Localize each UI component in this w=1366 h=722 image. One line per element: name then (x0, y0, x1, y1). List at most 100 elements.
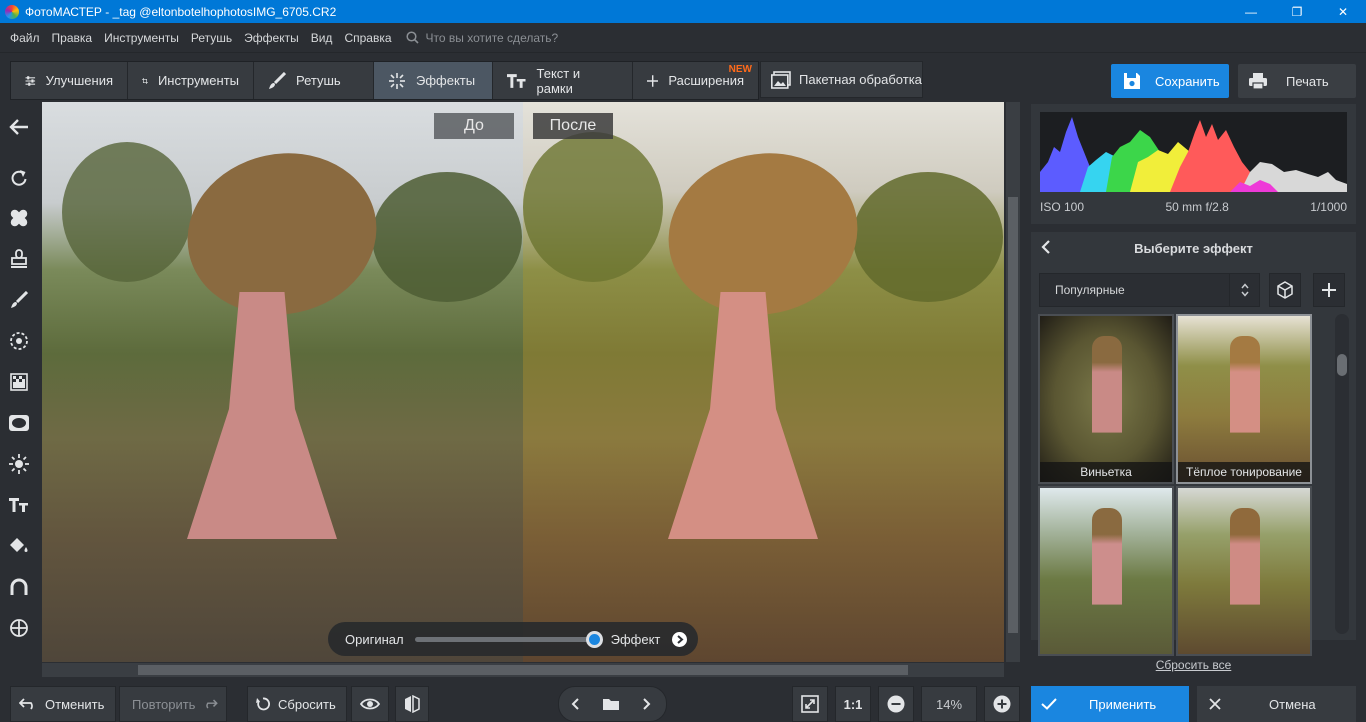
light-tool[interactable] (6, 451, 32, 477)
rotate-icon (11, 170, 27, 186)
slider-track[interactable] (414, 630, 603, 648)
menu-edit[interactable]: Правка (46, 31, 99, 45)
effects-title: Выберите эффект (1134, 240, 1253, 256)
vertical-scrollbar[interactable] (1006, 102, 1020, 662)
cancel-button[interactable]: Отмена (1197, 686, 1356, 722)
menu-retouch[interactable]: Ретушь (185, 31, 238, 45)
menu-view[interactable]: Вид (305, 31, 339, 45)
tab-retouch[interactable]: Ретушь (254, 62, 374, 99)
slider-knob[interactable] (585, 630, 603, 648)
effects-header: Выберите эффект (1031, 232, 1356, 264)
effect-thumb-warm-toning[interactable]: Тёплое тонирование (1176, 314, 1312, 484)
category-select[interactable]: Популярные (1039, 273, 1260, 307)
bandage-icon (10, 209, 28, 227)
open-folder-button[interactable] (591, 697, 631, 711)
maximize-button[interactable]: ❐ (1274, 0, 1320, 23)
apply-button[interactable]: Применить (1031, 686, 1189, 722)
compare-button[interactable] (395, 686, 429, 722)
search-box[interactable]: Что вы хотите сделать? (405, 30, 559, 45)
tab-extensions[interactable]: Расширения NEW (633, 62, 758, 99)
zoom-out-button[interactable] (878, 686, 914, 722)
minus-circle-icon (887, 695, 905, 713)
zoom-in-button[interactable] (984, 686, 1020, 722)
minimize-button[interactable]: — (1228, 0, 1274, 23)
photo-canvas[interactable]: До После Оригинал Эффект (42, 102, 1004, 662)
dress-shape (668, 292, 818, 539)
scrollbar-thumb[interactable] (1337, 354, 1347, 376)
histogram-panel: ISO 100 50 mm f/2.8 1/1000 (1031, 104, 1356, 224)
cancel-label: Отмена (1269, 696, 1316, 712)
paint-bucket-icon (10, 538, 28, 552)
split-view-icon (405, 695, 420, 713)
radial-filter-tool[interactable] (6, 328, 32, 354)
chevron-left-icon[interactable] (1041, 240, 1051, 257)
brush-tool[interactable] (6, 287, 32, 313)
scrollbar-thumb[interactable] (138, 665, 908, 675)
fit-screen-icon (801, 695, 819, 713)
tab-enhancements[interactable]: Улучшения (11, 62, 128, 99)
zoom-1to1-button[interactable]: 1:1 (835, 686, 871, 722)
menu-effects[interactable]: Эффекты (238, 31, 305, 45)
3d-lut-button[interactable] (1269, 273, 1301, 307)
preview-toggle-button[interactable] (351, 686, 389, 722)
cube-icon (1277, 281, 1293, 299)
print-button[interactable]: Печать (1238, 64, 1356, 98)
sun-icon (9, 454, 29, 474)
tab-text-frames[interactable]: Текст и рамки (493, 62, 633, 99)
effect-thumb-4[interactable] (1176, 486, 1312, 656)
menu-help[interactable]: Справка (338, 31, 397, 45)
next-file-button[interactable] (631, 698, 663, 710)
close-button[interactable]: ✕ (1320, 0, 1366, 23)
right-panel: ISO 100 50 mm f/2.8 1/1000 Выберите эффе… (1031, 104, 1356, 677)
text-tool[interactable] (6, 492, 32, 518)
tab-tools[interactable]: Инструменты (128, 62, 254, 99)
effect-thumb-3[interactable] (1038, 486, 1174, 656)
batch-label: Пакетная обработка (799, 72, 922, 87)
gradient-filter-tool[interactable] (6, 369, 32, 395)
tab-label: Ретушь (296, 73, 341, 88)
plus-circle-icon (993, 695, 1011, 713)
fit-screen-button[interactable] (792, 686, 828, 722)
lens-value: 50 mm f/2.8 (1165, 200, 1229, 214)
stamp-tool[interactable] (6, 246, 32, 272)
thumb-caption: Тёплое тонирование (1178, 462, 1310, 482)
iso-value: ISO 100 (1040, 200, 1085, 214)
brush-icon (11, 291, 28, 308)
title-bar: ФотоМАСТЕР - _tag @eltonbotelhophotosIMG… (0, 0, 1366, 23)
thumb-caption: Виньетка (1040, 462, 1172, 482)
vignette-tool[interactable] (6, 410, 32, 436)
figure-shape (1230, 508, 1260, 628)
save-button[interactable]: Сохранить (1111, 64, 1229, 98)
reset-button[interactable]: Сбросить (247, 686, 347, 722)
before-label: До (434, 113, 514, 139)
horizontal-scrollbar[interactable] (42, 663, 1004, 677)
effect-thumb-vignette[interactable]: Виньетка (1038, 314, 1174, 484)
reset-all-link[interactable]: Сбросить все (1031, 658, 1356, 672)
healing-tool[interactable] (6, 205, 32, 231)
menu-tools[interactable]: Инструменты (98, 31, 185, 45)
menu-file[interactable]: Файл (0, 31, 46, 45)
effect-strength-slider[interactable]: Оригинал Эффект (328, 622, 698, 656)
undo-button[interactable]: Отменить (10, 686, 116, 722)
zoom-level[interactable]: 14% (921, 686, 977, 722)
next-arrow-icon[interactable] (672, 631, 688, 647)
search-icon (405, 31, 419, 44)
scrollbar-thumb[interactable] (1008, 197, 1018, 633)
close-icon (1209, 698, 1221, 710)
undo-icon (19, 698, 33, 710)
save-icon (1124, 73, 1140, 89)
batch-processing-button[interactable]: Пакетная обработка (760, 61, 923, 98)
back-button[interactable] (6, 114, 32, 140)
reset-icon (256, 697, 270, 711)
search-placeholder: Что вы хотите сделать? (425, 30, 559, 45)
target-tool[interactable] (6, 615, 32, 641)
add-effect-button[interactable] (1313, 273, 1345, 307)
thumbnails-scrollbar[interactable] (1335, 314, 1349, 634)
figure-shape (1092, 508, 1122, 628)
curves-tool[interactable] (6, 574, 32, 600)
redo-button[interactable]: Повторить (119, 686, 227, 722)
rotate-tool[interactable] (6, 165, 32, 191)
fill-tool[interactable] (6, 533, 32, 559)
prev-file-button[interactable] (559, 698, 591, 710)
tab-effects[interactable]: Эффекты (374, 62, 493, 99)
